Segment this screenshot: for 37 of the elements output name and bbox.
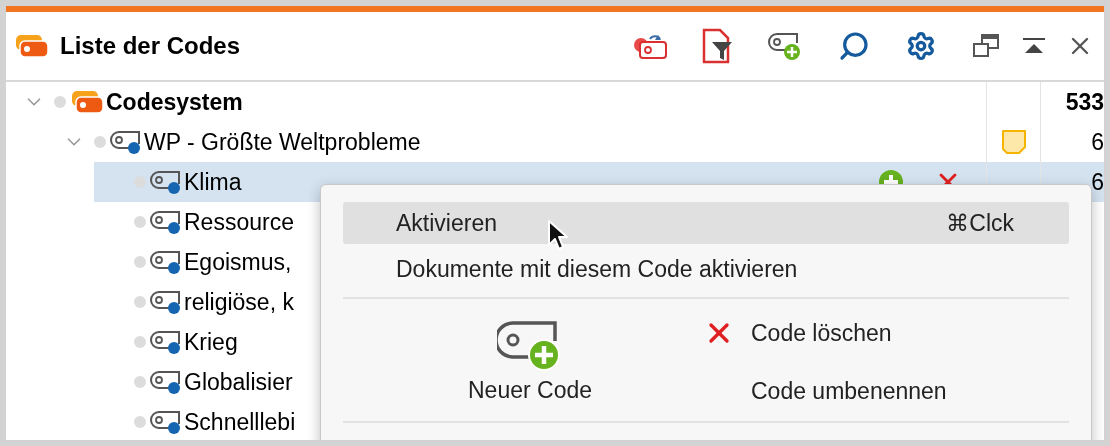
menu-item[interactable]: Code löschen [703, 311, 947, 355]
menu-item[interactable]: Code umbenennen [703, 369, 947, 413]
tags-icon [14, 33, 50, 59]
menu-item[interactable]: Dokumente mit diesem Code aktivieren [343, 244, 1069, 294]
new-code-button[interactable]: Neuer Code [468, 312, 592, 408]
menu-item[interactable]: Aktivieren ⌘Clck [343, 202, 1069, 244]
tags-icon [70, 89, 104, 115]
count-text: 533 [1065, 87, 1104, 117]
cursor-icon [547, 219, 569, 251]
tag-plus-icon[interactable] [768, 31, 802, 61]
collapse-icon[interactable] [1022, 36, 1046, 56]
tree-row[interactable]: Codesystem 533 [14, 82, 1104, 122]
code-label: Krieg [184, 327, 238, 357]
tag-icon [150, 289, 182, 315]
panel-title: Liste der Codes [60, 31, 241, 61]
tag-icon [110, 129, 142, 155]
windows-icon[interactable] [972, 33, 1000, 59]
tag-icon [150, 369, 182, 395]
code-label: Ressource [184, 207, 294, 237]
document-filter-icon[interactable] [702, 28, 732, 64]
code-label: Egoismus, [184, 247, 292, 277]
count-text: 6 [1091, 127, 1104, 157]
code-label: WP - Größte Weltprobleme [144, 127, 421, 157]
code-label: Codesystem [106, 87, 243, 117]
tag-icon [150, 409, 182, 435]
code-label: Schnelllebi [184, 407, 296, 437]
search-icon[interactable] [838, 30, 870, 62]
tag-icon [150, 329, 182, 355]
tag-icon [150, 249, 182, 275]
code-label: Klima [184, 167, 242, 197]
code-label: Globalisier [184, 367, 293, 397]
code-label: religiöse, k [184, 287, 294, 317]
tag-plus-icon [497, 318, 563, 371]
tag-icon [150, 169, 182, 195]
settings-icon[interactable] [906, 31, 936, 61]
count-text: 6 [1091, 167, 1104, 197]
tag-icon [150, 209, 182, 235]
